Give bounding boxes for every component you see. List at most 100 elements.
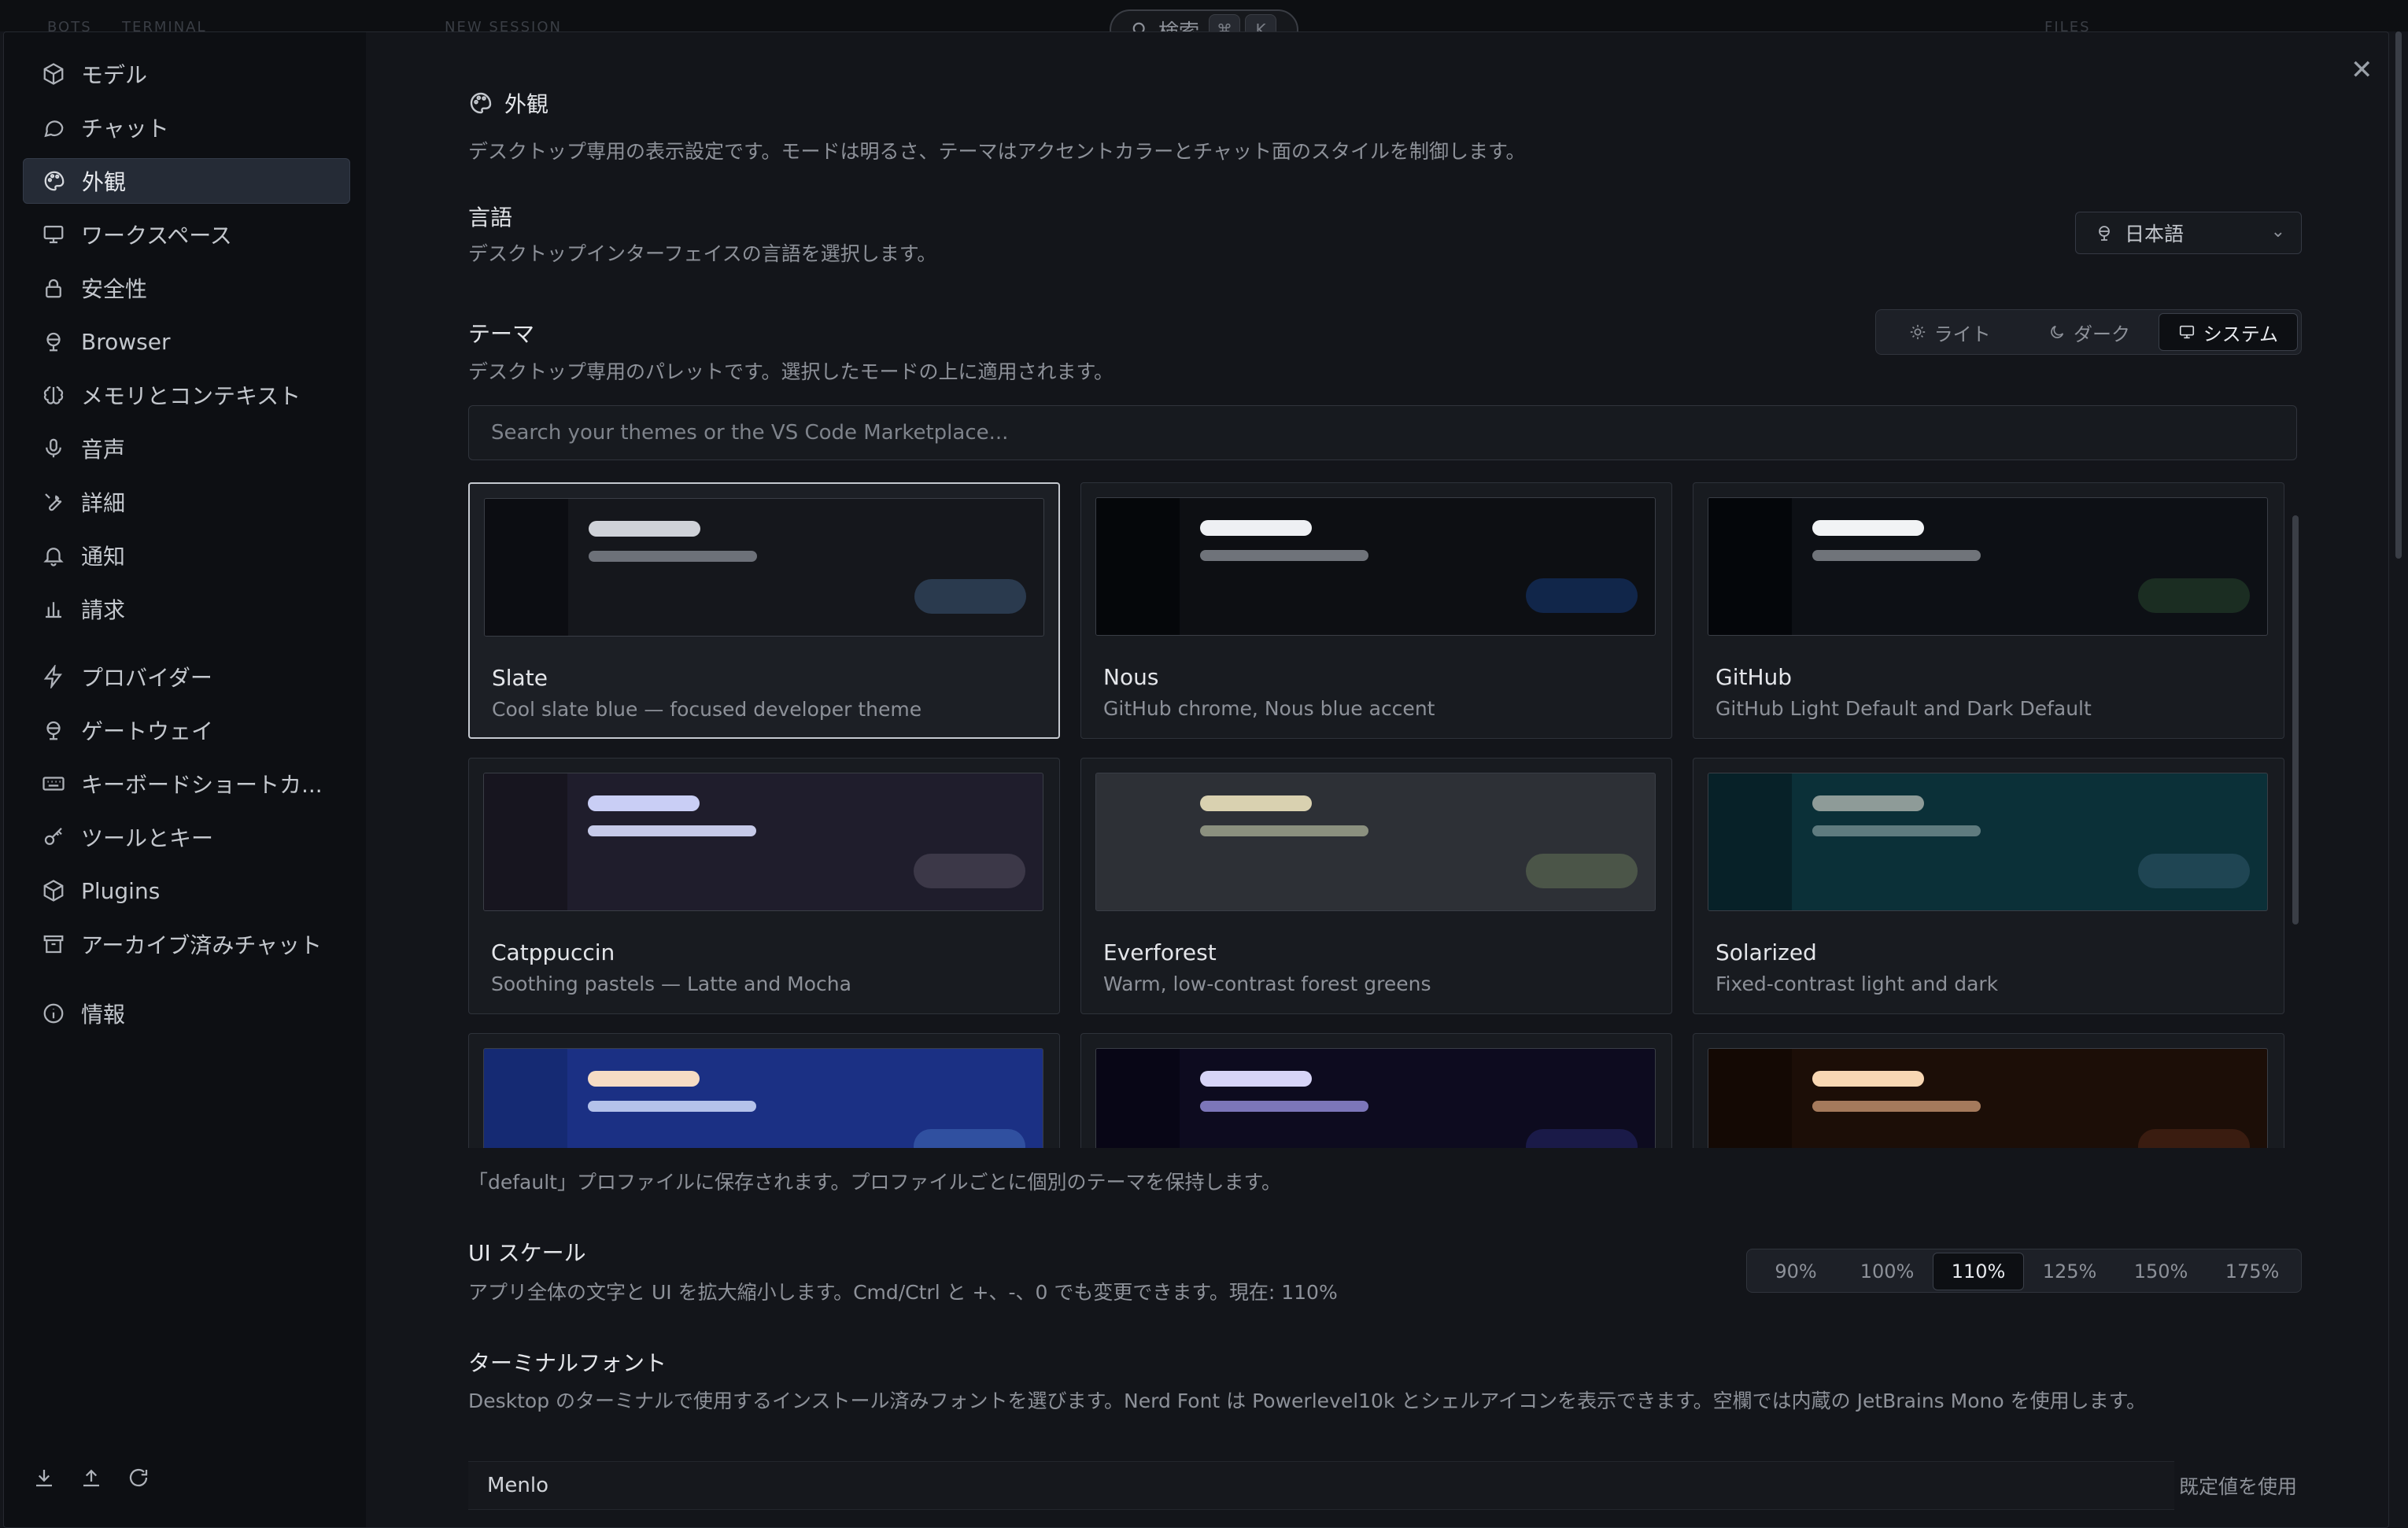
mode-dark-button[interactable]: ダーク <box>2020 313 2158 351</box>
theme-card-solarized[interactable]: Solarized Fixed-contrast light and dark <box>1693 758 2284 1014</box>
terminal-font-input[interactable]: Menlo <box>468 1461 2174 1510</box>
dialog-scrollbar[interactable] <box>2395 31 2402 559</box>
sidebar-item-keyboard-shortcuts[interactable]: キーボードショートカ... <box>23 761 350 806</box>
sidebar-item-workspace[interactable]: ワークスペース <box>23 212 350 257</box>
sidebar-item-label: Browser <box>81 328 171 355</box>
sidebar-item-billing[interactable]: 請求 <box>23 586 350 632</box>
sidebar-item-about[interactable]: 情報 <box>23 991 350 1036</box>
settings-sidebar: モデル チャット 外観 ワークスペース 安全性 Browser メモリとコンテキ… <box>4 32 366 1527</box>
theme-card-name: Catppuccin <box>491 939 615 965</box>
theme-title: テーマ <box>468 321 535 347</box>
cube-icon <box>43 63 64 85</box>
sidebar-item-archived-chats[interactable]: アーカイブ済みチャット <box>23 921 350 967</box>
sidebar-item-notifications[interactable]: 通知 <box>23 533 350 578</box>
sidebar-item-memory[interactable]: メモリとコンテキスト <box>23 372 350 418</box>
scale-option-150[interactable]: 150% <box>2115 1253 2207 1290</box>
close-icon[interactable]: ✕ <box>2351 54 2373 86</box>
theme-preview <box>1708 497 2268 636</box>
sidebar-item-models[interactable]: モデル <box>23 51 350 97</box>
sidebar-item-gateway[interactable]: ゲートウェイ <box>23 707 350 753</box>
mode-system-button[interactable]: システム <box>2158 313 2299 351</box>
package-icon <box>43 880 64 902</box>
theme-card-name: Everforest <box>1103 939 1217 965</box>
mode-light-button[interactable]: ライト <box>1879 313 2020 351</box>
theme-card-slate[interactable]: Slate Cool slate blue — focused develope… <box>468 482 1060 739</box>
info-icon <box>43 1003 64 1024</box>
theme-preview <box>1708 773 2268 911</box>
ui-scale-title: UI スケール <box>468 1240 586 1266</box>
archive-icon <box>43 935 64 954</box>
mode-label: ライト <box>1933 323 1991 345</box>
sidebar-item-label: 詳細 <box>81 490 126 516</box>
theme-preview <box>1708 1048 2268 1148</box>
theme-preview <box>1095 1048 1656 1148</box>
sidebar-item-browser[interactable]: Browser <box>23 319 350 364</box>
sidebar-item-label: 外観 <box>82 169 127 195</box>
terminal-font-title: ターミナルフォント <box>468 1350 667 1376</box>
theme-card-desc: Fixed-contrast light and dark <box>1716 973 1999 995</box>
scale-option-100[interactable]: 100% <box>1841 1253 1933 1290</box>
language-description: デスクトップインターフェイスの言語を選択します。 <box>468 242 937 265</box>
use-default-button[interactable]: 既定値を使用 <box>2174 1461 2297 1510</box>
palette-icon <box>470 92 492 114</box>
sidebar-item-label: キーボードショートカ... <box>81 772 323 798</box>
scale-option-110[interactable]: 110% <box>1933 1253 2024 1290</box>
chat-bubble-icon <box>44 120 64 138</box>
lock-icon <box>46 279 61 298</box>
moon-icon <box>2051 325 2064 338</box>
theme-card[interactable] <box>1693 1033 2284 1148</box>
settings-dialog: モデル チャット 外観 ワークスペース 安全性 Browser メモリとコンテキ… <box>3 31 2389 1528</box>
theme-card-name: Slate <box>492 665 548 691</box>
theme-card-github[interactable]: GitHub GitHub Light Default and Dark Def… <box>1693 482 2284 739</box>
sidebar-item-providers[interactable]: プロバイダー <box>23 654 350 699</box>
sidebar-item-appearance[interactable]: 外観 <box>23 158 350 204</box>
microphone-icon <box>46 438 61 458</box>
theme-grid-scrollbar[interactable] <box>2292 515 2299 925</box>
sidebar-item-chat[interactable]: チャット <box>23 105 350 150</box>
bell-icon <box>43 548 64 567</box>
sidebar-item-label: 情報 <box>81 1002 126 1028</box>
profile-note: 「default」プロファイルに保存されます。プロファイルごとに個別のテーマを保… <box>468 1171 1281 1194</box>
scale-option-125[interactable]: 125% <box>2024 1253 2115 1290</box>
theme-card-everforest[interactable]: Everforest Warm, low-contrast forest gre… <box>1080 758 1672 1014</box>
page-title: 外観 <box>504 91 549 117</box>
appearance-description: デスクトップ専用の表示設定です。モードは明るさ、テーマはアクセントカラーとチャッ… <box>468 140 1526 163</box>
globe-icon <box>2099 226 2110 241</box>
sidebar-item-security[interactable]: 安全性 <box>23 265 350 311</box>
sidebar-item-voice[interactable]: 音声 <box>23 426 350 471</box>
brain-icon <box>43 386 64 404</box>
theme-mode-toggle: ライト ダーク システム <box>1875 309 2302 355</box>
theme-card-desc: GitHub chrome, Nous blue accent <box>1103 697 1435 720</box>
sidebar-item-label: 請求 <box>81 597 126 623</box>
monitor-icon <box>2179 325 2194 339</box>
theme-card-catppuccin[interactable]: Catppuccin Soothing pastels — Latte and … <box>468 758 1060 1014</box>
sidebar-item-plugins[interactable]: Plugins <box>23 868 350 913</box>
terminal-font-value: Menlo <box>487 1474 549 1497</box>
sidebar-item-label: 通知 <box>81 544 126 570</box>
theme-search-placeholder: Search your themes or the VS Code Market… <box>491 421 1009 445</box>
chevron-down-icon: ⌄ <box>2270 222 2285 242</box>
theme-card[interactable] <box>468 1033 1060 1148</box>
scale-option-90[interactable]: 90% <box>1750 1253 1841 1290</box>
sidebar-item-label: Plugins <box>81 877 161 904</box>
mode-label: ダーク <box>2074 323 2130 345</box>
refresh-icon[interactable] <box>127 1466 150 1489</box>
sun-icon <box>1910 324 1925 340</box>
bar-chart-icon <box>46 602 61 618</box>
upload-icon[interactable] <box>79 1466 103 1489</box>
sidebar-item-label: ツールとキー <box>81 825 214 851</box>
theme-card[interactable] <box>1080 1033 1672 1148</box>
sidebar-item-advanced[interactable]: 詳細 <box>23 479 350 525</box>
theme-search-input[interactable]: Search your themes or the VS Code Market… <box>468 405 2297 460</box>
sidebar-item-label: メモリとコンテキスト <box>81 383 301 409</box>
theme-card-desc: Cool slate blue — focused developer them… <box>492 698 922 721</box>
theme-card-desc: Soothing pastels — Latte and Mocha <box>491 973 851 995</box>
download-icon[interactable] <box>32 1466 56 1489</box>
sidebar-item-tools-keys[interactable]: ツールとキー <box>23 814 350 860</box>
language-select[interactable]: 日本語 ⌄ <box>2075 212 2302 254</box>
scale-option-175[interactable]: 175% <box>2207 1253 2298 1290</box>
sidebar-footer-actions <box>32 1466 150 1489</box>
theme-card-desc: GitHub Light Default and Dark Default <box>1716 697 2092 720</box>
theme-card-nous[interactable]: Nous GitHub chrome, Nous blue accent <box>1080 482 1672 739</box>
sidebar-item-label: モデル <box>81 62 148 88</box>
